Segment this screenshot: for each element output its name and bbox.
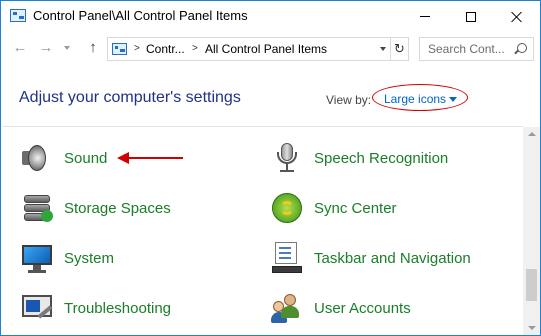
breadcrumb-separator-icon[interactable]: > — [192, 43, 198, 55]
scroll-down-icon[interactable] — [528, 326, 536, 330]
control-panel-icon — [10, 9, 26, 22]
address-dropdown-icon[interactable] — [376, 38, 390, 60]
up-arrow-icon[interactable]: ↑ — [84, 39, 102, 57]
item-label[interactable]: User Accounts — [314, 300, 411, 317]
item-speech-recognition[interactable]: Speech Recognition — [269, 140, 509, 180]
recent-locations-chevron-icon[interactable] — [64, 46, 70, 50]
annotation-arrow-icon — [117, 152, 183, 164]
taskbar-icon — [269, 240, 305, 276]
search-placeholder: Search Cont... — [428, 42, 505, 56]
title-bar[interactable]: Control Panel\All Control Panel Items — [1, 1, 540, 32]
item-user-accounts[interactable]: User Accounts — [269, 290, 509, 330]
close-button[interactable] — [494, 1, 540, 32]
item-system[interactable]: System — [19, 240, 259, 280]
navigation-bar: ← → ↑ > Contr... > All Control Panel Ite… — [1, 32, 540, 66]
close-icon — [511, 11, 523, 23]
breadcrumb-control-panel[interactable]: Contr... — [146, 42, 185, 56]
header-divider — [2, 126, 523, 127]
address-bar[interactable]: > Contr... > All Control Panel Items ↻ — [107, 37, 409, 61]
item-sync-center[interactable]: Sync Center — [269, 190, 509, 230]
item-label[interactable]: Taskbar and Navigation — [314, 250, 471, 267]
refresh-icon[interactable]: ↻ — [390, 38, 408, 60]
minimize-button[interactable] — [402, 1, 448, 32]
search-box[interactable]: Search Cont... — [419, 37, 534, 61]
back-arrow-icon[interactable]: ← — [11, 39, 29, 57]
annotation-highlight-ellipse — [372, 84, 468, 111]
storage-spaces-icon — [19, 190, 55, 226]
scroll-up-icon[interactable] — [528, 132, 536, 136]
forward-arrow-icon[interactable]: → — [37, 39, 55, 57]
breadcrumb-all-items[interactable]: All Control Panel Items — [205, 42, 327, 56]
item-label[interactable]: Storage Spaces — [64, 200, 171, 217]
speaker-icon — [19, 140, 55, 176]
microphone-icon — [269, 140, 305, 176]
vertical-scrollbar[interactable] — [523, 127, 540, 335]
users-icon — [269, 290, 305, 326]
control-panel-window: Control Panel\All Control Panel Items ← … — [0, 0, 541, 336]
item-troubleshooting[interactable]: Troubleshooting — [19, 290, 259, 330]
item-label[interactable]: System — [64, 250, 114, 267]
item-taskbar-and-navigation[interactable]: Taskbar and Navigation — [269, 240, 509, 280]
breadcrumb-separator-icon[interactable]: > — [134, 43, 140, 55]
page-title: Adjust your computer's settings — [19, 89, 241, 106]
troubleshooting-icon — [19, 290, 55, 326]
maximize-icon — [466, 11, 476, 22]
item-label[interactable]: Sound — [64, 150, 107, 167]
monitor-icon — [19, 240, 55, 276]
item-label[interactable]: Speech Recognition — [314, 150, 448, 167]
maximize-button[interactable] — [448, 1, 494, 32]
minimize-icon — [420, 16, 430, 17]
item-storage-spaces[interactable]: Storage Spaces — [19, 190, 259, 230]
control-panel-icon — [112, 43, 127, 55]
item-label[interactable]: Troubleshooting — [64, 300, 171, 317]
sync-icon — [269, 190, 305, 226]
window-title: Control Panel\All Control Panel Items — [33, 8, 248, 23]
view-by-label: View by: — [326, 93, 372, 107]
item-label[interactable]: Sync Center — [314, 200, 397, 217]
scrollbar-thumb[interactable] — [526, 269, 537, 301]
search-icon[interactable] — [517, 43, 527, 53]
